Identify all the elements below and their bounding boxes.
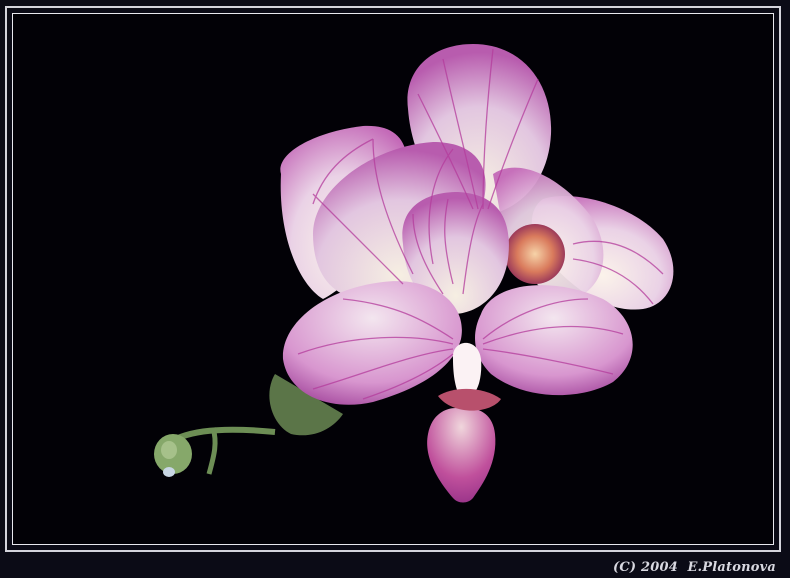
lip-base [438, 388, 501, 411]
petal-lower-left [282, 281, 462, 405]
copyright-caption: (C) 2004 E.Platonova [613, 560, 776, 575]
lip [427, 408, 496, 503]
photo-frame [12, 13, 774, 545]
flower-center [505, 224, 565, 284]
orchid-photo [154, 44, 674, 503]
bud-stem [154, 426, 276, 477]
